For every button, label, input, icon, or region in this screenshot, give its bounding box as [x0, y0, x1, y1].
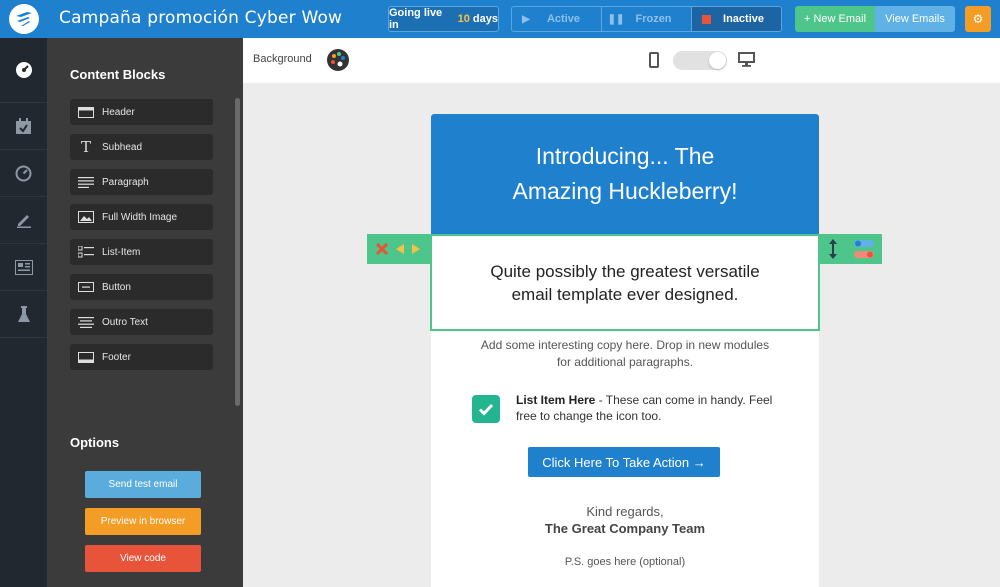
panel-scrollbar[interactable] — [235, 98, 240, 406]
block-list-item[interactable]: List-Item — [70, 239, 213, 265]
block-label: Subhead — [102, 141, 143, 153]
calendar-check-icon — [16, 117, 31, 134]
stop-icon — [692, 14, 720, 24]
block-controls-left — [367, 234, 430, 264]
pencil-icon — [16, 215, 31, 228]
button-icon — [70, 282, 102, 292]
status-frozen-label: Frozen — [635, 13, 672, 25]
block-footer[interactable]: Footer — [70, 344, 213, 370]
new-email-button[interactable]: + New Email — [795, 6, 875, 32]
block-paragraph[interactable]: Paragraph — [70, 169, 213, 195]
rail-dashboard[interactable] — [0, 38, 47, 103]
paragraph-lines-icon — [70, 176, 102, 188]
subhead-line-1: Quite possibly the greatest versatile — [490, 261, 760, 281]
toggle-settings-icon[interactable] — [853, 239, 875, 259]
reorder-icon[interactable] — [827, 239, 839, 259]
live-days: 10 — [457, 13, 470, 25]
view-code-button[interactable]: View code — [85, 545, 201, 572]
ps-text: P.S. goes here (optional) — [564, 556, 686, 568]
top-bar: Campaña promoción Cyber Wow Going live i… — [0, 0, 1000, 38]
move-arrows-icon[interactable] — [396, 244, 420, 254]
view-toggle[interactable] — [673, 51, 727, 70]
block-label: List-Item — [102, 246, 141, 258]
team-signature: The Great Company Team — [544, 521, 706, 536]
dashboard-icon — [15, 62, 32, 78]
email-subhead-selected[interactable]: Quite possibly the greatest versatile em… — [430, 234, 820, 331]
status-frozen-button[interactable]: ❚❚ Frozen — [602, 7, 692, 31]
para-line-2: for additional paragraphs. — [556, 355, 694, 369]
list-icon — [70, 246, 102, 258]
options-title: Options — [70, 435, 120, 450]
gauge-icon — [15, 165, 32, 181]
block-controls-right — [820, 234, 882, 264]
content-blocks-title: Content Blocks — [70, 67, 166, 82]
block-button[interactable]: Button — [70, 274, 213, 300]
background-label: Background — [253, 53, 312, 65]
settings-button[interactable]: ⚙ — [965, 6, 991, 32]
icon-rail — [0, 38, 47, 587]
email-paragraph[interactable]: Add some interesting copy here. Drop in … — [431, 337, 819, 371]
block-label: Button — [102, 281, 131, 293]
footer-icon — [70, 351, 102, 363]
hero-line-1: Introducing... The — [535, 143, 715, 169]
live-suffix: days — [472, 13, 498, 25]
gear-icon: ⚙ — [972, 12, 984, 26]
email-list-item[interactable]: List Item Here - These can come in handy… — [516, 392, 781, 424]
toggle-knob — [709, 52, 726, 69]
rail-calendar[interactable] — [0, 103, 47, 150]
delete-icon[interactable] — [376, 243, 388, 255]
status-inactive-label: Inactive — [723, 13, 764, 25]
text-t-icon: T — [80, 138, 91, 156]
newspaper-icon — [14, 259, 33, 275]
block-subhead[interactable]: T Subhead — [70, 134, 213, 160]
send-test-email-button[interactable]: Send test email — [85, 471, 201, 498]
status-inactive-button[interactable]: Inactive — [692, 7, 781, 31]
logo[interactable] — [0, 0, 47, 38]
content-blocks-panel: Content Blocks Header T Subhead Paragrap… — [47, 38, 243, 587]
preview-in-browser-button[interactable]: Preview in browser — [85, 508, 201, 535]
block-outro-text[interactable]: Outro Text — [70, 309, 213, 335]
palette-icon[interactable] — [327, 49, 349, 71]
logo-icon — [8, 4, 39, 34]
block-label: Footer — [102, 351, 131, 363]
para-line-1: Add some interesting copy here. Drop in … — [480, 338, 770, 352]
block-label: Outro Text — [102, 316, 148, 328]
rail-analytics[interactable] — [0, 150, 47, 197]
mobile-view-icon[interactable] — [649, 52, 659, 68]
checkmark-icon — [472, 395, 500, 423]
status-active-button[interactable]: ▶ Active — [512, 7, 602, 31]
flask-icon — [17, 305, 30, 322]
outro-lines-icon — [70, 316, 102, 328]
rail-lab[interactable] — [0, 291, 47, 338]
campaign-title: Campaña promoción Cyber Wow — [59, 8, 343, 28]
play-icon: ▶ — [522, 13, 530, 25]
header-block-icon — [70, 106, 102, 118]
live-prefix: Going live in — [389, 7, 443, 31]
block-full-width-image[interactable]: Full Width Image — [70, 204, 213, 230]
status-toggle-group: ▶ Active ❚❚ Frozen Inactive — [511, 6, 782, 32]
canvas-toolbar: Background — [243, 38, 1000, 83]
status-active-label: Active — [546, 13, 581, 25]
subhead-line-2: email template ever designed. — [511, 284, 739, 304]
block-label: Header — [102, 106, 135, 118]
regards-text: Kind regards, — [586, 504, 664, 519]
block-header[interactable]: Header — [70, 99, 213, 125]
list-title: List Item Here — [516, 393, 596, 407]
block-label: Full Width Image — [102, 211, 178, 223]
desktop-view-icon[interactable] — [738, 52, 755, 67]
view-emails-button[interactable]: View Emails — [875, 6, 955, 32]
image-icon — [70, 211, 102, 223]
email-hero[interactable]: Introducing... The Amazing Huckleberry! — [431, 114, 819, 234]
pause-icon: ❚❚ — [607, 13, 625, 25]
block-label: Paragraph — [102, 176, 149, 188]
going-live-badge: Going live in 10 days — [388, 6, 499, 32]
rail-templates[interactable] — [0, 244, 47, 291]
rail-editor[interactable] — [0, 197, 47, 244]
cta-button[interactable]: Click Here To Take Action → — [528, 447, 720, 477]
hero-line-2: Amazing Huckleberry! — [512, 178, 738, 204]
